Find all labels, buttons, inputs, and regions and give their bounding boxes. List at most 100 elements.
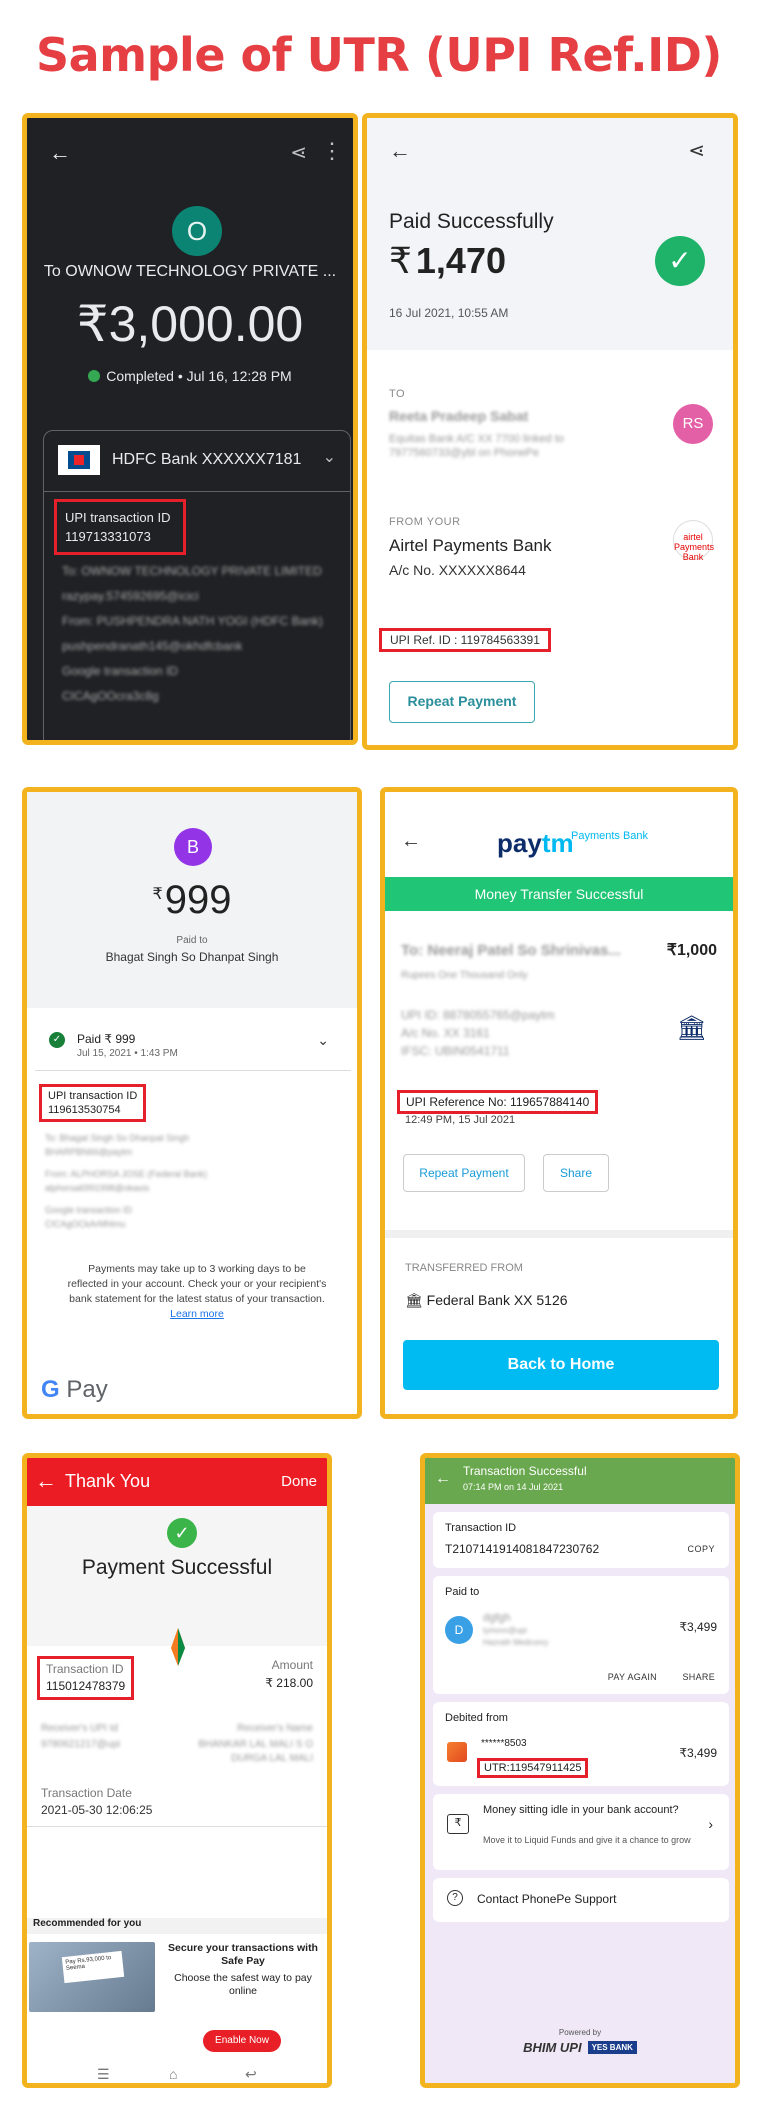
blurred-line: BHARPBN66@paytm (45, 1147, 133, 1157)
payee-name: dgfgh (483, 1612, 511, 1624)
bank-row[interactable]: HDFC Bank XXXXXX7181 (58, 445, 301, 475)
date: Jul 15, 2021 • 1:43 PM (77, 1048, 178, 1059)
phonepe-screenshot: ← ⋖ Paid Successfully ₹1,470 ✓ 16 Jul 20… (362, 113, 738, 750)
divider (385, 1230, 733, 1238)
transaction-id-value: T2107141914081847230762 (445, 1542, 600, 1556)
bank-name: HDFC Bank XXXXXX7181 (112, 451, 302, 469)
page-title: Sample of UTR (UPI Ref.ID) (36, 28, 722, 82)
paid-amount: Paid ₹ 999 (77, 1032, 136, 1046)
source-bank: 🏛 Federal Bank XX 5126 (405, 1292, 568, 1309)
more-options-icon[interactable]: ⋮ (321, 138, 343, 164)
divider (27, 1826, 327, 1827)
share-button[interactable]: Share (543, 1154, 609, 1192)
promo-subtitle: Choose the safest way to pay online (174, 1972, 312, 1997)
amount-words: Rupees One Thousand Only (401, 970, 528, 981)
menu-icon[interactable]: ☰ (97, 2066, 110, 2083)
transaction-id-label: Transaction ID (46, 1662, 124, 1676)
receiver-upi-value: 9780621217@upi (41, 1739, 121, 1750)
utr-highlight: UTR:119547911425 (477, 1758, 589, 1778)
chevron-down-icon[interactable]: ⌄ (317, 1032, 329, 1049)
paid-to-label: Paid to (176, 935, 208, 946)
partner-logos: BHIM UPI YES BANK (425, 2040, 735, 2055)
amount: ₹999 (27, 878, 357, 923)
liquid-funds-card[interactable]: ₹ Money sitting idle in your bank accoun… (433, 1794, 729, 1870)
back-to-home-button[interactable]: Back to Home (403, 1340, 719, 1390)
completed-check-icon: ✓ (49, 1032, 65, 1048)
amount: ₹1,000 (666, 942, 717, 959)
payments-bank-label: Payments Bank (571, 830, 649, 842)
recipient-details: UPI ID: 8878055765@paytm A/c No. XX 3161… (401, 1006, 555, 1060)
back-icon[interactable]: ↩ (245, 2066, 257, 2083)
repeat-payment-button[interactable]: Repeat Payment (389, 681, 535, 723)
header-time: 07:14 PM on 14 Jul 2021 (463, 1482, 564, 1492)
recommended-label: Recommended for you (27, 1918, 327, 1934)
header-bar: ← Transaction Successful 07:14 PM on 14 … (425, 1458, 735, 1504)
bhim-logo-icon (171, 1628, 185, 1666)
blurred-line: To: Bhagat Singh So Dhanpat Singh (45, 1133, 190, 1143)
chevron-down-icon[interactable]: ⌄ (323, 447, 336, 467)
transaction-id-card: Transaction ID T2107141914081847230762 C… (433, 1512, 729, 1568)
blurred-line: alphorsa6991998@okaxis (45, 1183, 150, 1193)
utr-highlight: UPI transaction ID 119613530754 (39, 1084, 147, 1122)
debited-from-label: Debited from (445, 1712, 508, 1724)
home-icon[interactable]: ⌂ (169, 2066, 177, 2082)
header-title: Transaction Successful (463, 1464, 587, 1478)
share-button[interactable]: SHARE (682, 1672, 715, 1682)
promo-title: Secure your transactions with Safe Pay (168, 1942, 318, 1967)
transaction-id-label: Transaction ID (445, 1522, 517, 1534)
google-g-icon: G (41, 1376, 60, 1403)
promo-image: Pay Rs.93,000 to Seema (29, 1942, 155, 2012)
utr-highlight: UPI Reference No: 119657884140 (397, 1090, 599, 1114)
currency-symbol: ₹ (152, 886, 163, 903)
hdfc-logo-icon (58, 445, 100, 475)
timestamp: 12:49 PM, 15 Jul 2021 (405, 1114, 516, 1126)
pay-again-button[interactable]: PAY AGAIN (608, 1672, 657, 1682)
utr-value: 119713331073 (65, 529, 151, 544)
recipient-name: Bhagat Singh So Dhanpat Singh (105, 950, 279, 964)
debited-amount: ₹3,499 (679, 1746, 717, 1760)
support-card[interactable]: ? Contact PhonePe Support (433, 1878, 729, 1922)
learn-more-link[interactable]: Learn more (170, 1308, 224, 1320)
status-text: Completed • Jul 16, 12:28 PM (106, 368, 292, 384)
upi-id: UPI ID: 8878055765@paytm (401, 1008, 555, 1022)
android-nav-bar: ☰ ⌂ ↩ (27, 2064, 327, 2083)
enable-now-button[interactable]: Enable Now (203, 2030, 281, 2052)
back-arrow-icon[interactable]: ← (401, 830, 421, 853)
debited-from-card: Debited from ******8503 UTR:119547911425… (433, 1702, 729, 1786)
payee-avatar: D (445, 1616, 473, 1644)
amount-value: ₹ 218.00 (265, 1676, 313, 1690)
blurred-line: razypay.574592695@icici (62, 589, 199, 603)
gpay-text: Pay (66, 1376, 108, 1403)
done-button[interactable]: Done (281, 1473, 317, 1490)
utr-highlight: UPI transaction ID 119713331073 (54, 499, 186, 555)
promo-subtitle: Move it to Liquid Funds and give it a ch… (483, 1835, 691, 1845)
airtel-logo-icon: airtel Payments Bank (673, 520, 714, 562)
paid-label: Paid Successfully (389, 210, 554, 233)
payee-detail: tymvvv@upi (483, 1626, 527, 1635)
share-icon[interactable]: ⋖ (290, 140, 307, 165)
amount-value: 1,470 (415, 240, 506, 281)
gpay-dark-screenshot: ← ⋖ ⋮ O To OWNOW TECHNOLOGY PRIVATE ... … (22, 113, 358, 745)
transaction-date-label: Transaction Date (41, 1786, 132, 1800)
back-arrow-icon[interactable]: ← (35, 1468, 57, 1494)
success-check-icon: ✓ (655, 236, 705, 286)
paytm-logo-tm: tm (541, 828, 574, 858)
copy-button[interactable]: COPY (687, 1544, 715, 1554)
amount-value: 999 (164, 878, 232, 922)
completed-check-icon (88, 370, 101, 382)
utr-highlight: Transaction ID 115012478379 (37, 1656, 135, 1700)
back-arrow-icon[interactable]: ← (435, 1470, 451, 1488)
from-label: FROM YOUR (389, 516, 461, 528)
repeat-payment-button[interactable]: Repeat Payment (403, 1154, 525, 1192)
promo-card[interactable]: Pay Rs.93,000 to Seema Secure your trans… (27, 1938, 327, 2018)
back-arrow-icon[interactable]: ← (389, 138, 411, 164)
back-arrow-icon[interactable]: ← (49, 140, 71, 166)
blurred-details: To: OWNOW TECHNOLOGY PRIVATE LIMITED raz… (62, 563, 342, 713)
paytm-logo: paytm (497, 828, 574, 859)
support-label: Contact PhonePe Support (477, 1892, 617, 1906)
share-icon[interactable]: ⋖ (688, 138, 705, 163)
blurred-line: Google transaction ID (62, 664, 179, 678)
blurred-line: CICAgOOcra3c8g (62, 689, 159, 703)
blurred-line: From: ALPHORSA JOSE (Federal Bank) (45, 1169, 208, 1179)
help-icon: ? (447, 1890, 463, 1906)
